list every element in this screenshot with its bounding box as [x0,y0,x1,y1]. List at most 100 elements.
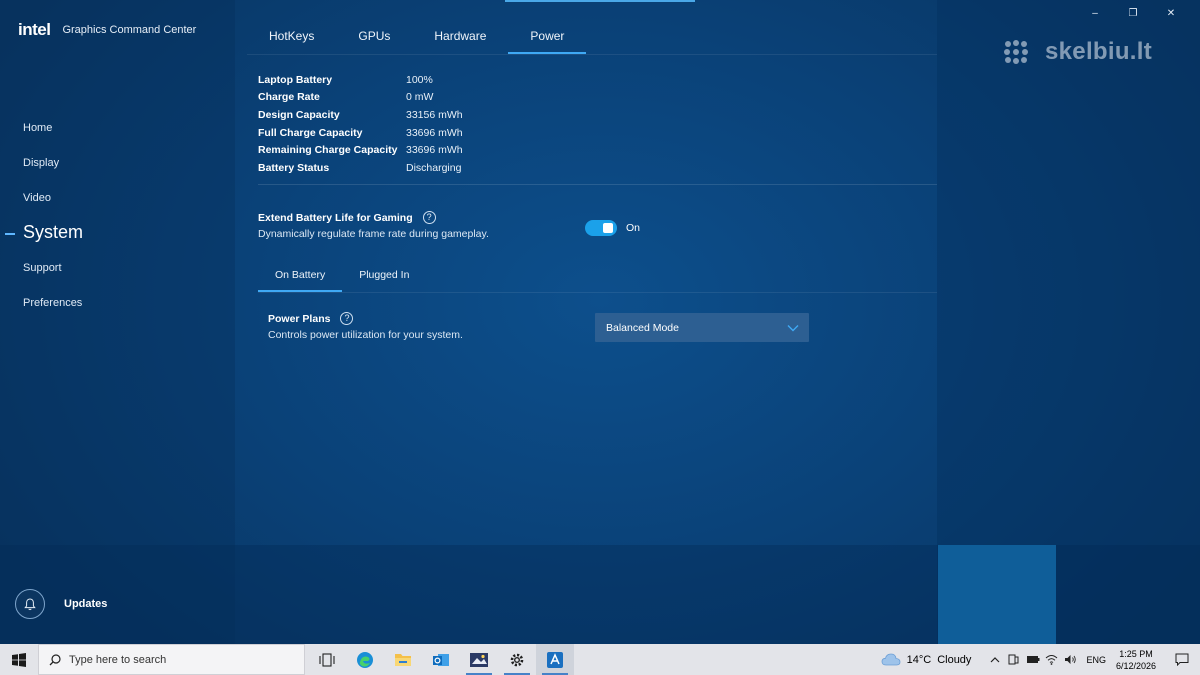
tab-power[interactable]: Power [508,18,587,54]
info-row: Battery Status Discharging [258,159,463,177]
tab-plugged-in[interactable]: Plugged In [342,258,426,292]
sidebar-item-preferences[interactable]: Preferences [0,285,235,320]
sidebar-nav: Home Display Video System Support Prefer… [0,110,235,320]
intel-logo: intel [18,20,51,39]
sidebar-item-label: Support [23,261,62,274]
language-indicator[interactable]: ENG [1086,655,1106,665]
sidebar-item-label: Preferences [23,296,83,309]
battery-info: Laptop Battery 100% Charge Rate 0 mW Des… [258,71,463,177]
toggle-state-label: On [626,222,641,234]
maximize-button[interactable]: ❐ [1114,6,1152,20]
bell-icon [15,589,45,619]
volume-icon[interactable] [1061,644,1080,675]
system-tray: 14°C Cloudy ENG 1:25 PM 6/12/2026 [881,644,1200,675]
notifications-icon[interactable] [1164,644,1200,675]
power-plan-selected: Balanced Mode [606,321,679,334]
weather-condition: Cloudy [937,653,972,666]
outlook-icon[interactable] [422,644,460,675]
info-row: Laptop Battery 100% [258,71,463,89]
watermark: skelbiu.lt [1003,38,1152,66]
updates-label: Updates [64,598,108,610]
info-value: 33696 mWh [406,144,463,157]
help-icon[interactable]: ? [422,211,436,224]
minimize-button[interactable]: – [1076,6,1114,20]
clock[interactable]: 1:25 PM 6/12/2026 [1116,648,1156,672]
extend-battery-title: Extend Battery Life for Gaming [258,211,413,224]
chevron-down-icon [787,324,799,331]
cloud-icon [881,653,901,666]
info-value: 0 mW [406,91,434,104]
weather-widget[interactable]: 14°C Cloudy [881,653,972,666]
battery-icon[interactable] [1023,644,1042,675]
device-icon[interactable] [1004,644,1023,675]
updates-button[interactable]: Updates [15,589,107,619]
windows-logo-icon [12,652,26,667]
power-plans-title-row: Power Plans ? [268,312,463,325]
subtabs-divider [258,292,937,293]
toggle-knob [603,223,613,233]
close-button[interactable]: ✕ [1152,6,1190,20]
sidebar-item-label: Video [23,191,51,204]
taskbar: Type here to search 14°C Cloudy ENG 1:25… [0,644,1200,675]
settings-icon[interactable] [498,644,536,675]
info-key: Full Charge Capacity [258,126,363,139]
edge-icon[interactable] [346,644,384,675]
info-row: Remaining Charge Capacity 33696 mWh [258,141,463,159]
info-value: Discharging [406,161,462,174]
section-divider [258,184,937,185]
watermark-text: skelbiu.lt [1045,38,1153,65]
taskbar-search-input[interactable]: Type here to search [38,644,305,675]
brand: intel Graphics Command Center [18,20,196,40]
extend-battery-setting: Extend Battery Life for Gaming ? Dynamic… [258,211,489,240]
sidebar-item-video[interactable]: Video [0,180,235,215]
top-accent-bar [505,0,695,2]
info-row: Full Charge Capacity 33696 mWh [258,124,463,142]
help-icon[interactable]: ? [340,312,354,325]
info-value: 33696 mWh [406,126,463,139]
search-icon [49,653,61,665]
info-key: Battery Status [258,161,330,174]
task-view-icon[interactable] [308,644,346,675]
power-plans-title: Power Plans [268,312,331,325]
tab-hardware[interactable]: Hardware [412,18,508,54]
sidebar: intel Graphics Command Center Home Displ… [0,0,235,644]
info-value: 100% [406,73,433,86]
weather-temp: 14°C [906,653,932,666]
tab-on-battery[interactable]: On Battery [258,258,343,292]
power-plans-setting: Power Plans ? Controls power utilization… [268,312,463,341]
taskbar-apps [308,644,574,675]
window-controls: – ❐ ✕ [1076,6,1190,20]
clock-time: 1:25 PM [1119,648,1153,659]
start-button[interactable] [0,644,38,675]
info-key: Laptop Battery [258,73,333,86]
file-explorer-icon[interactable] [384,644,422,675]
tab-hotkeys[interactable]: HotKeys [247,18,336,54]
info-key: Design Capacity [258,108,340,121]
photos-icon[interactable] [460,644,498,675]
power-plan-dropdown[interactable]: Balanced Mode [595,313,809,342]
sidebar-item-display[interactable]: Display [0,145,235,180]
extend-battery-title-row: Extend Battery Life for Gaming ? [258,211,489,224]
extend-battery-toggle[interactable] [585,220,617,236]
extend-battery-toggle-group: On [585,220,640,236]
chevron-up-icon[interactable] [985,644,1004,675]
main-tabs: HotKeys GPUs Hardware Power [247,18,587,54]
wifi-icon[interactable] [1042,644,1061,675]
clock-date: 6/12/2026 [1115,660,1156,671]
info-value: 33156 mWh [406,108,463,121]
sidebar-item-home[interactable]: Home [0,110,235,145]
sidebar-item-system[interactable]: System [0,215,235,250]
watermark-dots-icon [1004,40,1028,64]
info-key: Remaining Charge Capacity [258,144,398,157]
app-window: intel Graphics Command Center Home Displ… [0,0,1200,644]
power-plans-description: Controls power utilization for your syst… [268,329,463,341]
sidebar-item-label: Display [23,156,60,169]
graphics-command-center-icon[interactable] [536,644,574,675]
app-title: Graphics Command Center [62,24,197,36]
info-row: Design Capacity 33156 mWh [258,106,463,124]
power-subtabs: On Battery Plugged In [258,258,426,292]
right-tile [938,545,1056,644]
sidebar-item-support[interactable]: Support [0,250,235,285]
sidebar-item-label: Home [23,121,53,134]
tab-gpus[interactable]: GPUs [336,18,412,54]
